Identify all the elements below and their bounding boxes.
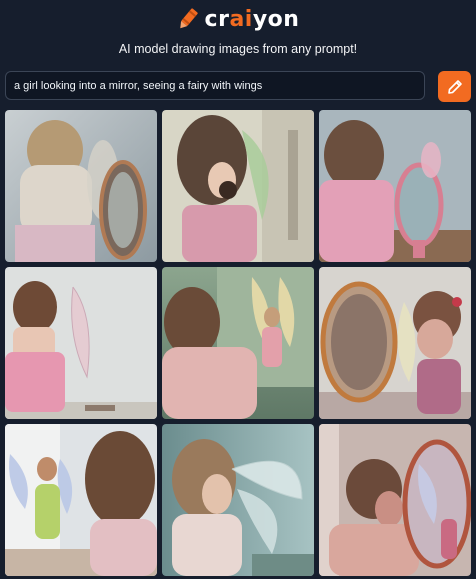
logo-wordmark: craiyon	[205, 7, 300, 32]
result-image-8-art	[162, 424, 314, 576]
draw-button[interactable]	[438, 71, 471, 102]
result-image-8[interactable]	[162, 424, 314, 576]
logo-text-suffix: yon	[252, 6, 300, 32]
result-image-1-art	[5, 110, 157, 262]
result-image-5[interactable]	[162, 267, 314, 419]
result-image-9[interactable]	[319, 424, 471, 576]
result-image-2[interactable]	[162, 110, 314, 262]
result-image-4[interactable]	[5, 267, 157, 419]
result-grid	[5, 110, 471, 576]
prompt-row	[5, 71, 471, 102]
result-image-6[interactable]	[319, 267, 471, 419]
logo-text-prefix: cr	[204, 6, 230, 32]
result-image-3[interactable]	[319, 110, 471, 262]
logo-text-accent: ai	[229, 6, 253, 32]
prompt-input[interactable]	[5, 71, 425, 100]
result-image-3-art	[319, 110, 471, 262]
result-image-6-art	[319, 267, 471, 419]
tagline: AI model drawing images from any prompt!	[118, 42, 358, 56]
app-header: craiyon AI model drawing images from any…	[0, 0, 476, 70]
result-image-2-art	[162, 110, 314, 262]
result-image-4-art	[5, 267, 157, 419]
result-image-7-art	[5, 424, 157, 576]
pencil-icon	[447, 79, 462, 94]
crayon-icon	[179, 8, 198, 29]
craiyon-logo[interactable]: craiyon	[0, 6, 476, 32]
result-image-1[interactable]	[5, 110, 157, 262]
result-image-5-art	[162, 267, 314, 419]
result-image-7[interactable]	[5, 424, 157, 576]
result-image-9-art	[319, 424, 471, 576]
